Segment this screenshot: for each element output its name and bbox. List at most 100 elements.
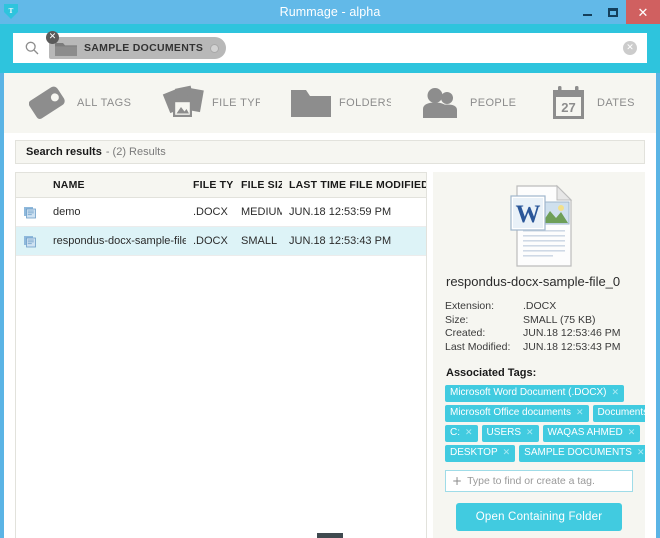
folder-icon <box>288 82 334 124</box>
results-heading: Search results <box>26 146 102 158</box>
tag-chip[interactable]: Microsoft Office documents ✕ <box>445 405 589 422</box>
document-icon <box>24 236 36 248</box>
search-icon <box>21 41 43 55</box>
row-file-size: MEDIUM <box>234 197 282 227</box>
tag-row: Microsoft Office documents ✕ Documents ✕ <box>445 405 645 422</box>
column-header-file-type[interactable]: FILE TYPE <box>186 173 234 198</box>
tag-label: USERS <box>486 427 521 438</box>
row-modified: JUN.18 12:53:59 PM <box>282 197 426 227</box>
table-header-row: NAME FILE TYPE FILE SIZE LAST TIME FILE … <box>16 173 426 198</box>
column-header-modified[interactable]: LAST TIME FILE MODIFIED <box>282 173 426 198</box>
search-clear-icon[interactable]: ✕ <box>623 41 637 55</box>
file-types-icon <box>161 82 207 124</box>
window-controls: ✕ <box>574 0 660 24</box>
taskbar-peek-nub <box>317 533 343 538</box>
filter-file-type[interactable]: FILE TYPE <box>161 79 260 127</box>
table-row[interactable]: demo .DOCX MEDIUM JUN.18 12:53:59 PM <box>16 197 426 227</box>
meta-value-last-modified: JUN.18 12:53:43 PM <box>523 340 621 353</box>
tag-chip[interactable]: C: ✕ <box>445 425 478 442</box>
tag-label: DESKTOP <box>450 447 498 458</box>
word-document-icon: W <box>510 184 573 267</box>
minimize-icon <box>582 14 592 16</box>
file-detail-panel: W respondus-docx-sample-file_0 Extension… <box>433 172 645 538</box>
tag-chip[interactable]: Microsoft Word Document (.DOCX) ✕ <box>445 385 625 402</box>
tag-remove-icon[interactable]: ✕ <box>612 386 620 400</box>
meta-label-extension: Extension: <box>445 300 495 312</box>
search-band: ✕ SAMPLE DOCUMENTS ✕ <box>0 24 660 73</box>
tag-chip[interactable]: Documents ✕ <box>592 405 645 422</box>
tag-chip[interactable]: DESKTOP ✕ <box>445 445 516 462</box>
close-button[interactable]: ✕ <box>626 0 660 24</box>
table-row[interactable]: respondus-docx-sample-file_0 .DOCX SMALL… <box>16 226 426 256</box>
tag-label: C: <box>450 427 460 438</box>
filter-label: DATES <box>597 97 635 109</box>
row-icon-cell <box>16 226 46 256</box>
search-chip-sample-documents[interactable]: ✕ SAMPLE DOCUMENTS <box>46 31 227 59</box>
column-header-name[interactable]: NAME <box>46 173 186 198</box>
meta-label-size: Size: <box>445 313 469 326</box>
tag-row: DESKTOP ✕ SAMPLE DOCUMENTS ✕ <box>445 445 645 462</box>
tag-remove-icon[interactable]: ✕ <box>576 406 584 420</box>
tag-remove-icon[interactable]: ✕ <box>503 446 511 460</box>
svg-text:27: 27 <box>561 100 575 115</box>
title-bar: T Rummage - alpha ✕ <box>0 0 660 24</box>
row-name: respondus-docx-sample-file_0 <box>46 226 186 256</box>
detail-filename: respondus-docx-sample-file_0 <box>446 274 621 289</box>
filter-dates[interactable]: 27 DATES <box>546 79 643 127</box>
tag-label: WAQAS AHMED <box>547 427 623 438</box>
maximize-button[interactable] <box>600 0 626 24</box>
filter-label: FOLDERS <box>339 97 391 109</box>
meta-value-size: SMALL (75 KB) <box>523 313 596 326</box>
tag-remove-icon[interactable]: ✕ <box>526 426 534 440</box>
tag-label: Microsoft Office documents <box>450 407 571 418</box>
associated-tags-list: Microsoft Word Document (.DOCX) ✕ Micros… <box>445 385 645 462</box>
row-name: demo <box>46 197 186 227</box>
open-folder-area: Open Containing Folder <box>445 503 633 538</box>
column-header-icon[interactable] <box>16 173 46 198</box>
app-icon: T <box>0 0 22 24</box>
results-count: - (2) Results <box>105 146 166 158</box>
tag-chip[interactable]: USERS ✕ <box>481 425 539 442</box>
file-list-panel: NAME FILE TYPE FILE SIZE LAST TIME FILE … <box>15 172 427 538</box>
tag-chip[interactable]: WAQAS AHMED ✕ <box>542 425 641 442</box>
people-icon <box>419 82 465 124</box>
filter-all-tags[interactable]: ALL TAGS <box>26 79 133 127</box>
tag-label: Microsoft Word Document (.DOCX) <box>450 387 607 398</box>
file-table: NAME FILE TYPE FILE SIZE LAST TIME FILE … <box>16 173 426 256</box>
row-modified: JUN.18 12:53:43 PM <box>282 226 426 256</box>
plus-icon: + <box>452 474 463 488</box>
meta-label-last-modified: Last Modified: <box>445 340 511 353</box>
tag-icon <box>26 82 72 124</box>
file-thumbnail: W <box>445 182 633 270</box>
row-icon-cell <box>16 197 46 227</box>
tag-label: SAMPLE DOCUMENTS <box>524 447 632 458</box>
column-header-file-size[interactable]: FILE SIZE <box>234 173 282 198</box>
search-input[interactable]: ✕ SAMPLE DOCUMENTS ✕ <box>13 31 647 63</box>
chip-label: SAMPLE DOCUMENTS <box>84 42 204 54</box>
svg-text:W: W <box>516 201 541 228</box>
calendar-icon: 27 <box>546 82 592 124</box>
results-panes: NAME FILE TYPE FILE SIZE LAST TIME FILE … <box>15 172 645 538</box>
detail-meta-row: Extension: .DOCX <box>445 300 633 314</box>
detail-meta-row: Last Modified: JUN.18 12:53:43 PM <box>445 341 633 355</box>
tag-remove-icon[interactable]: ✕ <box>637 446 645 460</box>
row-file-type: .DOCX <box>186 226 234 256</box>
open-containing-folder-button[interactable]: Open Containing Folder <box>455 503 623 531</box>
filter-toolbar: ALL TAGS FILE TYPE <box>4 73 656 133</box>
minimize-button[interactable] <box>574 0 600 24</box>
tag-chip[interactable]: SAMPLE DOCUMENTS ✕ <box>519 445 645 462</box>
meta-label-created: Created: <box>445 327 486 339</box>
filter-label: PEOPLE <box>470 97 517 109</box>
filter-people[interactable]: PEOPLE <box>419 79 518 127</box>
tag-remove-icon[interactable]: ✕ <box>628 426 636 440</box>
filter-folders[interactable]: FOLDERS <box>288 79 391 127</box>
chip-hole <box>210 43 220 53</box>
row-file-type: .DOCX <box>186 197 234 227</box>
tag-row: Microsoft Word Document (.DOCX) ✕ <box>445 385 633 402</box>
close-icon: ✕ <box>637 4 649 20</box>
results-area: Search results - (2) Results NAME FILE T… <box>4 133 656 538</box>
document-icon <box>24 207 36 219</box>
tag-remove-icon[interactable]: ✕ <box>465 426 473 440</box>
application-window: T Rummage - alpha ✕ ✕ SAMPLE DOCUMENTS ✕… <box>0 0 660 538</box>
add-tag-input[interactable]: + Type to find or create a tag. <box>445 470 633 492</box>
